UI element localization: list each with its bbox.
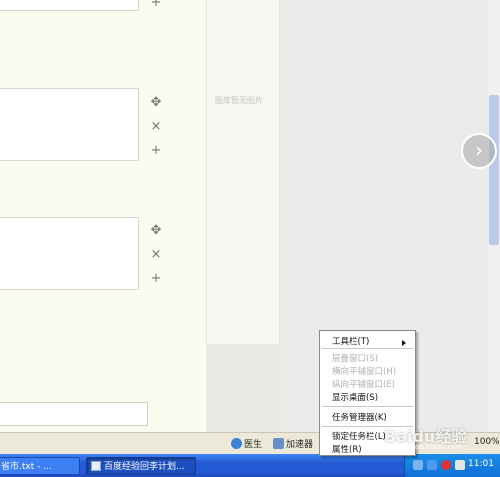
menu-item-properties[interactable]: 属性(R) xyxy=(332,443,362,455)
tray-app-icon[interactable] xyxy=(455,460,465,470)
accelerator-button[interactable]: 加速器 xyxy=(273,437,313,450)
editor-panel: + ✥ × + ✥ × + xyxy=(0,0,206,432)
add-icon[interactable]: + xyxy=(149,144,163,158)
bottom-text-input[interactable] xyxy=(0,402,148,426)
system-tray: 11:01 xyxy=(404,454,500,477)
accelerator-label: 加速器 xyxy=(286,440,314,450)
volume-icon[interactable] xyxy=(427,460,437,470)
accelerator-icon xyxy=(273,438,284,449)
menu-item-lock-taskbar[interactable]: 锁定任务栏(L) xyxy=(332,430,386,442)
move-icon[interactable]: ✥ xyxy=(149,224,163,238)
doctor-label: 医生 xyxy=(244,440,263,450)
menu-separator xyxy=(322,348,413,349)
move-icon[interactable]: ✥ xyxy=(149,96,163,110)
menu-item-tile-vertical[interactable]: 纵向平铺窗口(E) xyxy=(332,378,395,390)
taskbar-item-browser[interactable]: 百度经验回李计划... xyxy=(86,457,196,475)
gallery-empty-text: 图库暂无图片 xyxy=(215,96,263,105)
doctor-icon xyxy=(231,438,242,449)
antivirus-icon[interactable] xyxy=(441,460,451,470)
doctor-button[interactable]: 医生 xyxy=(231,437,262,450)
taskbar-item-label: 百度经验回李计划... xyxy=(104,462,185,472)
menu-item-task-manager[interactable]: 任务管理器(K) xyxy=(332,411,387,423)
add-icon[interactable]: + xyxy=(149,0,163,10)
image-gallery-panel: 图库暂无图片 xyxy=(206,0,280,344)
zoom-level[interactable]: 100% xyxy=(474,437,500,447)
delete-icon[interactable]: × xyxy=(149,248,163,262)
delete-icon[interactable]: × xyxy=(149,120,163,134)
taskbar-item-notepad[interactable]: 省市.txt - ... xyxy=(0,457,80,475)
network-icon[interactable] xyxy=(413,460,423,470)
next-arrow-icon[interactable]: › xyxy=(461,133,497,169)
taskbar-item-label: 省市.txt - ... xyxy=(1,462,52,472)
menu-item-cascade[interactable]: 层叠窗口(S) xyxy=(332,352,378,364)
menu-item-label: 工具栏(T) xyxy=(332,337,370,347)
menu-item-show-desktop[interactable]: 显示桌面(S) xyxy=(332,391,378,403)
step-text-box-3[interactable] xyxy=(0,217,139,290)
baidu-watermark-url: jingyan.baidu.com xyxy=(398,443,463,451)
submenu-arrow-icon xyxy=(402,340,406,346)
add-icon[interactable]: + xyxy=(149,272,163,286)
step-text-box-1[interactable] xyxy=(0,0,139,11)
windows-taskbar: 省市.txt - ... 百度经验回李计划... 11:01 xyxy=(0,454,500,477)
menu-item-tile-horizontal[interactable]: 横向平铺窗口(H) xyxy=(332,365,396,377)
vertical-scrollbar[interactable] xyxy=(488,0,500,432)
menu-separator xyxy=(322,406,413,407)
step-text-box-2[interactable] xyxy=(0,88,139,161)
menu-item-toolbars[interactable]: 工具栏(T) xyxy=(332,335,412,347)
clock[interactable]: 11:01 xyxy=(468,459,494,469)
browser-icon xyxy=(91,461,101,471)
scrollbar-thumb[interactable] xyxy=(489,95,499,245)
